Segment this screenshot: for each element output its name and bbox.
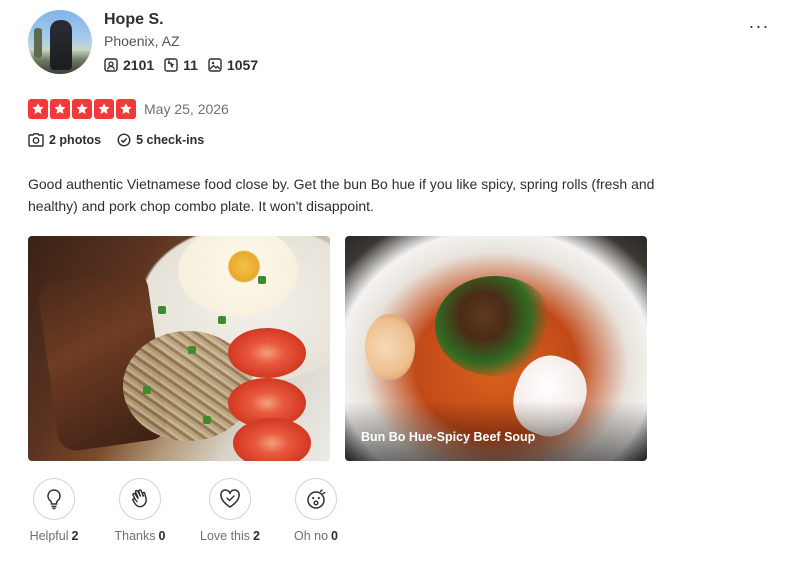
- avatar-palm: [34, 28, 42, 58]
- reaction-oh-no-label: Oh no 0: [293, 529, 338, 543]
- photo-caption-text: Bun Bo Hue-Spicy Beef Soup: [361, 430, 536, 444]
- reaction-thanks[interactable]: Thanks 0: [110, 478, 170, 543]
- checkins-info: 5 check-ins: [117, 133, 204, 147]
- reaction-helpful-label: Helpful 2: [29, 529, 79, 543]
- reaction-oh-no[interactable]: Oh no 0: [289, 478, 343, 543]
- reviews-count: 11: [183, 57, 198, 73]
- photo-egg: [365, 314, 415, 380]
- friends-stat: 2101: [104, 57, 154, 73]
- photo-scallion: [188, 346, 196, 354]
- review-photo-bun-bo-hue[interactable]: Bun Bo Hue-Spicy Beef Soup: [345, 236, 647, 461]
- reaction-love-label: Love this 2: [200, 529, 260, 543]
- photos-label: 2 photos: [49, 133, 102, 147]
- photo-fried-egg: [178, 236, 298, 316]
- review-meta: 2 photos 5 check-ins: [28, 133, 204, 147]
- rating-star-icon: [116, 99, 136, 119]
- photos-link[interactable]: 2 photos: [28, 133, 101, 147]
- reviewer-location: Phoenix, AZ: [104, 33, 180, 49]
- review-text: Good authentic Vietnamese food close by.…: [28, 176, 655, 214]
- photo-tomato-slice: [228, 328, 306, 378]
- review-star-icon: [164, 58, 178, 72]
- photo-scallion: [258, 276, 266, 284]
- checkins-label: 5 check-ins: [136, 133, 205, 147]
- clapping-hands-icon: [132, 489, 147, 508]
- avatar-figure: [50, 20, 72, 70]
- checkin-icon: [117, 133, 131, 147]
- review-date: May 25, 2026: [144, 101, 229, 117]
- photos-stat: 1057: [208, 57, 258, 73]
- reaction-love-this[interactable]: Love this 2: [195, 478, 265, 543]
- surprised-face-icon: [307, 489, 326, 509]
- reaction-helpful-circle: [33, 478, 75, 520]
- reaction-helpful[interactable]: Helpful 2: [28, 478, 80, 543]
- heart-icon: [220, 489, 240, 508]
- review-photo-pork-chop-plate[interactable]: [28, 236, 330, 461]
- image-icon: [208, 58, 222, 72]
- rating-star-icon: [50, 99, 70, 119]
- lightbulb-icon: [47, 489, 61, 510]
- photo-scallion: [143, 386, 151, 394]
- more-options-button[interactable]: ···: [745, 14, 773, 38]
- reviewer-name[interactable]: Hope S.: [104, 11, 164, 29]
- reviews-stat: 11: [164, 57, 198, 73]
- reaction-thanks-circle: [119, 478, 161, 520]
- camera-icon: [28, 133, 44, 147]
- reaction-love-circle: [209, 478, 251, 520]
- photo-scallion: [218, 316, 226, 324]
- rating-star-icon: [28, 99, 48, 119]
- friends-icon: [104, 58, 118, 72]
- rating-star-icon: [72, 99, 92, 119]
- photo-caption: Bun Bo Hue-Spicy Beef Soup: [345, 401, 647, 461]
- reaction-thanks-label: Thanks 0: [114, 529, 166, 543]
- friends-count: 2101: [123, 57, 155, 73]
- photo-scallion: [203, 416, 211, 424]
- reaction-oh-no-circle: [295, 478, 337, 520]
- photos-count: 1057: [226, 57, 259, 73]
- photo-tomato-slice: [233, 418, 311, 461]
- rating-star-icon: [94, 99, 114, 119]
- avatar[interactable]: [28, 10, 92, 74]
- photo-scallion: [158, 306, 166, 314]
- reviewer-stats: 2101 11 1057: [104, 57, 258, 73]
- star-rating: [28, 99, 136, 119]
